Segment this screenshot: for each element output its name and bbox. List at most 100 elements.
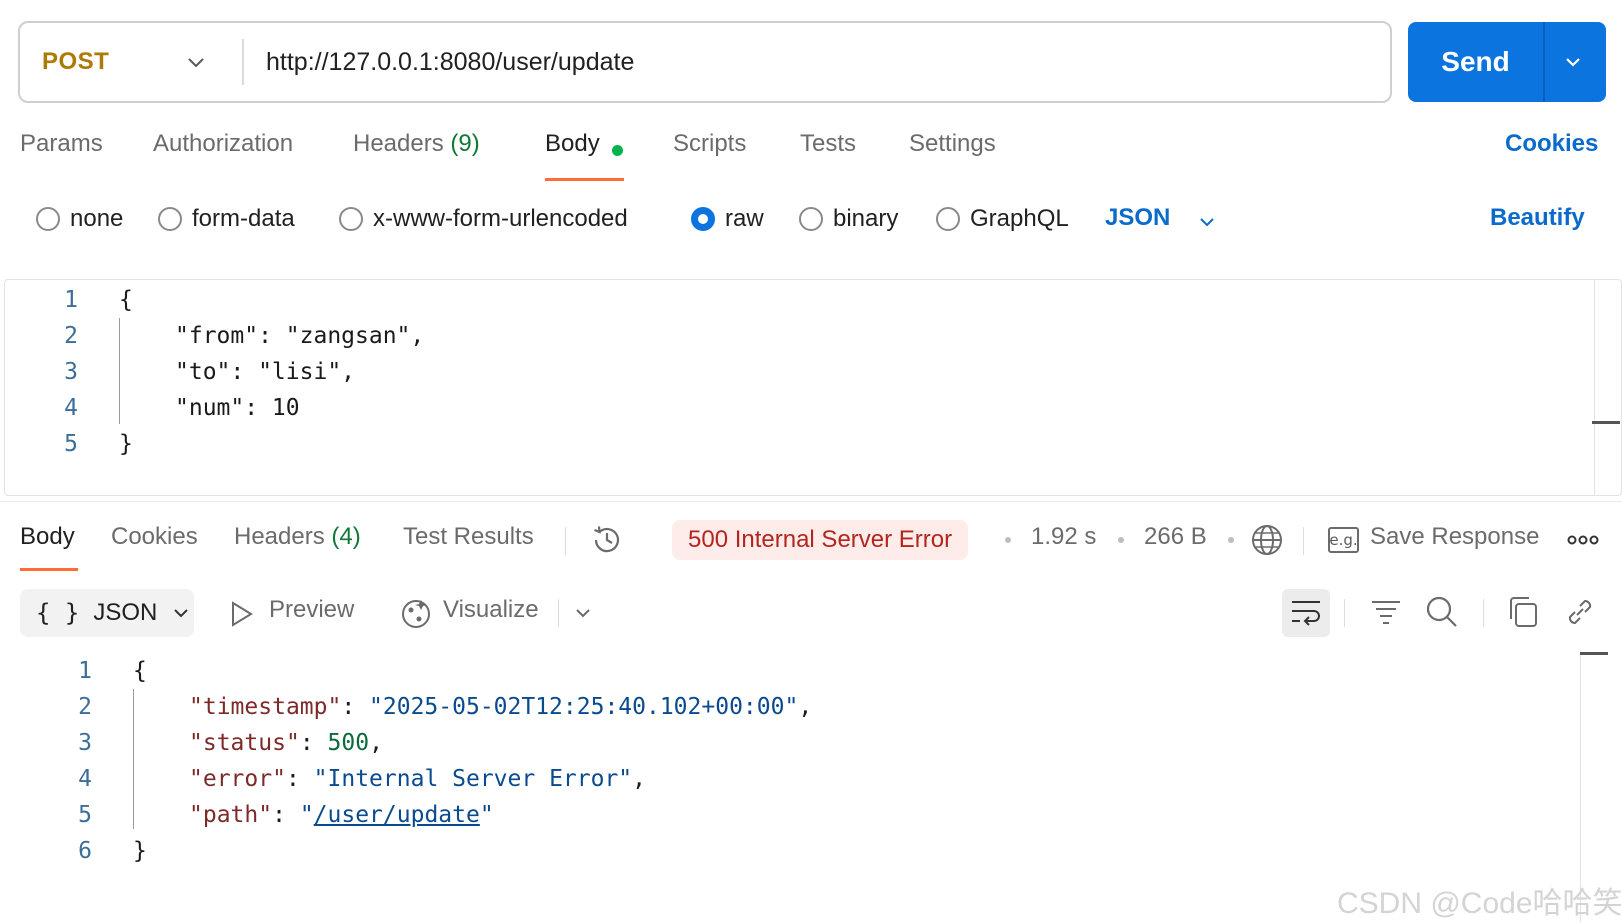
radio-circle[interactable] [36,207,60,231]
scrollbar-thumb[interactable] [1592,421,1620,424]
chevron-down-icon[interactable] [184,50,208,74]
radio-circle[interactable] [799,207,823,231]
chevron-down-icon[interactable] [573,603,593,623]
radio-none[interactable]: none [36,204,123,234]
json-quote: " [189,802,203,828]
json-quote: " [285,730,300,756]
chevron-down-icon[interactable] [1197,212,1217,232]
code-line: } [133,838,147,864]
json-line-path: "path": "/user/update" [189,802,494,828]
json-path-link[interactable]: /user/update [314,802,480,828]
line-number: 4 [78,766,92,792]
tab-scripts[interactable]: Scripts [673,130,746,170]
filter-icon[interactable] [1370,598,1402,628]
line-number: 2 [64,323,78,349]
response-tab-test-results[interactable]: Test Results [403,523,534,551]
radio-label: none [70,205,124,232]
search-icon[interactable] [1425,595,1459,629]
line-number: 3 [64,359,78,385]
radio-graphql[interactable]: GraphQL [936,204,1069,234]
json-line-error: "error": "Internal Server Error", [189,766,646,792]
json-colon: : [272,802,300,828]
json-line-status: "status": 500, [189,730,383,756]
tab-settings[interactable]: Settings [909,130,996,170]
save-response-button[interactable]: Save Response [1370,523,1539,551]
status-badge[interactable]: 500 Internal Server Error [672,520,969,560]
radio-label: form-data [192,205,295,232]
response-size[interactable]: 266 B [1144,523,1207,551]
divider [242,39,244,85]
request-body-editor[interactable] [4,279,1622,496]
visualize-button[interactable]: Visualize [443,596,539,624]
more-icon[interactable] [1567,530,1599,550]
line-number: 3 [78,730,92,756]
send-label[interactable]: Send [1408,22,1543,102]
beautify-button[interactable]: Beautify [1490,204,1585,232]
scrollbar-thumb[interactable] [1580,652,1608,655]
history-icon[interactable] [590,523,624,557]
divider [1303,527,1304,555]
json-quote: " [189,730,203,756]
json-quote: " [299,802,314,828]
tab-body[interactable]: Body [545,130,600,170]
wrap-lines-button[interactable] [1282,589,1330,637]
play-icon[interactable] [229,600,255,628]
radio-binary[interactable]: binary [799,204,898,234]
chevron-down-icon[interactable] [1562,51,1584,73]
json-quote: " [272,766,286,792]
wrap-lines-icon[interactable] [1290,598,1322,628]
send-button[interactable]: Send [1408,22,1606,102]
tab-authorization[interactable]: Authorization [153,130,293,170]
globe-icon[interactable] [1250,523,1284,557]
code-line: { [119,287,133,313]
json-quote: " [258,802,273,828]
json-key: path [202,802,259,828]
code-line: "to": "lisi", [175,359,356,385]
line-number: 4 [64,395,78,421]
method-select[interactable]: POST [42,23,109,101]
separator-dot [1228,537,1234,543]
link-icon[interactable] [1563,595,1597,629]
tab-params[interactable]: Params [20,130,103,170]
radio-form-data[interactable]: form-data [158,204,295,234]
preview-button[interactable]: Preview [269,596,354,624]
tab-tests[interactable]: Tests [800,130,856,170]
radio-label: binary [833,205,899,232]
json-quote: " [479,802,494,828]
radio-circle[interactable] [158,207,182,231]
save-example-icon[interactable]: e.g. [1328,527,1359,553]
braces-icon: { } [36,599,80,627]
json-string-value: "Internal Server Error" [313,766,633,792]
json-quote: " [327,694,342,720]
response-format-select[interactable]: { } JSON [20,589,194,637]
radio-label: GraphQL [970,205,1069,232]
indent-guide [119,318,120,424]
radio-circle[interactable] [339,207,363,231]
json-comma: , [798,694,813,720]
body-format-select[interactable]: JSON [1105,204,1170,232]
response-time[interactable]: 1.92 s [1031,523,1096,551]
divider [565,527,566,555]
url-input[interactable]: http://127.0.0.1:8080/user/update [266,23,634,101]
response-tab-headers[interactable]: Headers (4) [234,523,361,551]
radio-circle-selected[interactable] [691,207,715,231]
tab-headers-label: Headers [353,130,444,157]
response-tab-cookies[interactable]: Cookies [111,523,198,551]
copy-icon[interactable] [1507,595,1539,629]
separator-dot [1005,537,1011,543]
line-number: 1 [64,287,78,313]
line-number: 1 [78,658,92,684]
radio-urlencoded[interactable]: x-www-form-urlencoded [339,204,628,234]
body-modified-dot [612,145,623,156]
radio-raw[interactable]: raw [691,204,764,234]
chevron-down-icon[interactable] [171,603,191,623]
response-tab-body[interactable]: Body [20,523,75,551]
tab-headers[interactable]: Headers (9) [353,130,480,170]
tab-active-underline [20,568,78,571]
radio-circle[interactable] [936,207,960,231]
json-colon: : [341,694,370,720]
json-number-value: 500 [327,730,370,756]
visualize-icon[interactable] [399,596,433,630]
scrollbar-track[interactable] [1594,279,1595,496]
cookies-link[interactable]: Cookies [1505,130,1598,158]
